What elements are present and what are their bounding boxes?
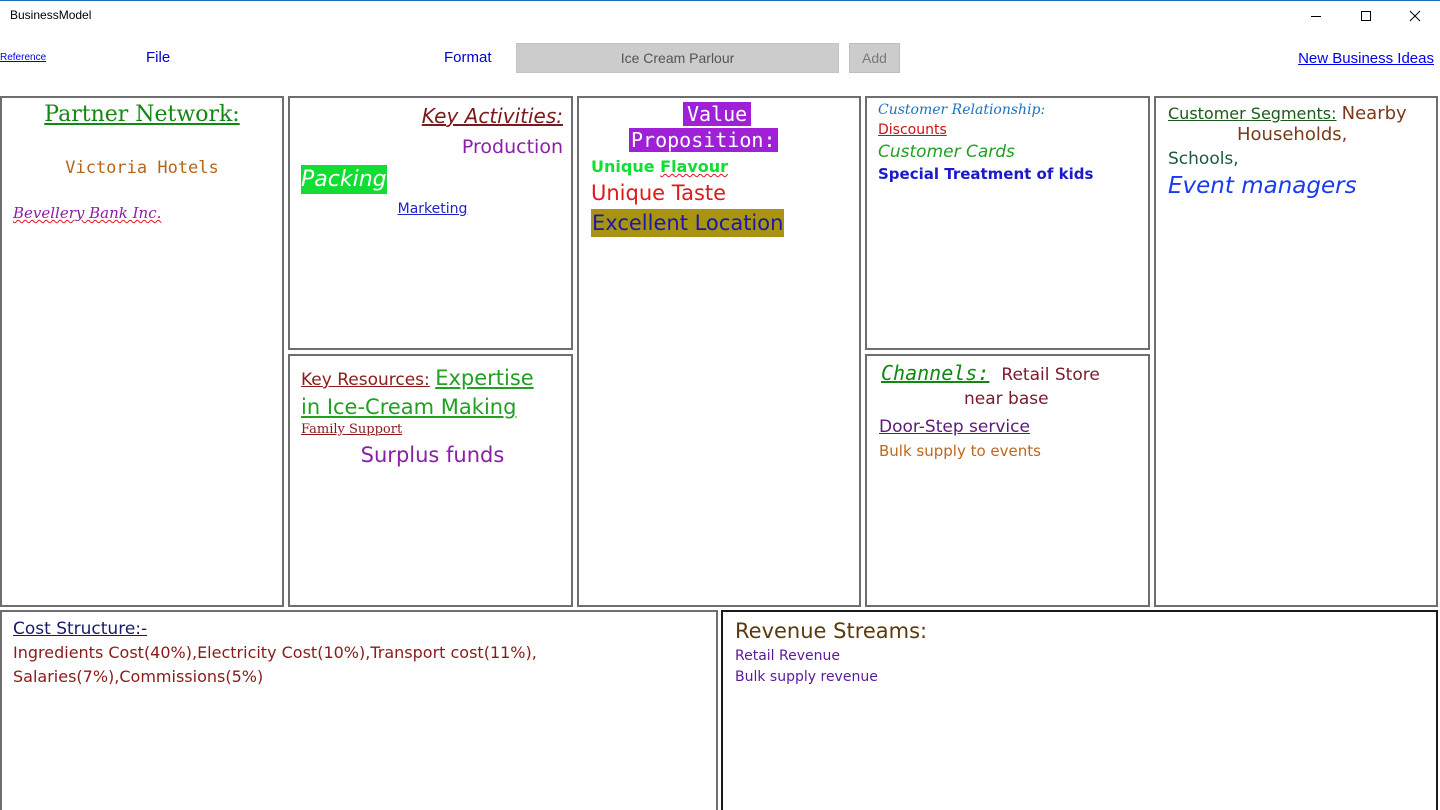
- activity-item: Production: [461, 136, 563, 158]
- activity-item-highlighted: Packing: [301, 165, 387, 194]
- value-text: Unique: [591, 157, 661, 176]
- partner-item: Bevellery Bank Inc.: [13, 204, 162, 222]
- close-icon: [1409, 10, 1421, 22]
- channels-heading: Channels:: [881, 361, 990, 385]
- customer-segments-box[interactable]: Customer Segments: Nearby Households, Sc…: [1154, 96, 1438, 607]
- key-activities-box[interactable]: Key Activities: Production Packing Marke…: [288, 96, 573, 350]
- add-button[interactable]: Add: [849, 43, 900, 73]
- partner-item: Victoria Hotels: [65, 158, 219, 178]
- partner-network-heading: Partner Network:: [44, 102, 240, 127]
- revenue-streams-box[interactable]: Revenue Streams: Retail Revenue Bulk sup…: [721, 610, 1438, 810]
- channel-text: near base: [964, 389, 1049, 409]
- close-button[interactable]: [1391, 0, 1439, 32]
- key-resources-box[interactable]: Key Resources: Expertise in Ice-Cream Ma…: [288, 354, 573, 607]
- cost-structure-box[interactable]: Cost Structure:- Ingredients Cost(40%),E…: [0, 610, 718, 810]
- value-item-highlighted: Excellent Location: [591, 209, 785, 237]
- resource-text: in Ice-Cream Making: [301, 395, 517, 419]
- value-text: Flavour: [660, 157, 729, 176]
- key-resources-heading: Key Resources:: [301, 370, 430, 390]
- window-title: BusinessModel: [10, 8, 92, 22]
- customer-relationship-heading: Customer Relationship:: [878, 102, 1046, 118]
- revenue-streams-heading: Revenue Streams:: [735, 619, 928, 643]
- model-name-field[interactable]: Ice Cream Parlour: [516, 43, 839, 73]
- resource-item: Family Support: [301, 422, 403, 437]
- value-proposition-heading: Value: [683, 102, 752, 126]
- cost-text: Salaries(7%),Commissions(5%): [13, 667, 264, 686]
- file-menu[interactable]: File: [146, 49, 170, 66]
- segment-item: Event managers: [1168, 173, 1357, 199]
- segment-item: Schools,: [1168, 149, 1239, 169]
- maximize-button[interactable]: [1342, 0, 1390, 32]
- customer-relationship-box[interactable]: Customer Relationship: Discounts Custome…: [865, 96, 1150, 350]
- revenue-item: Bulk supply revenue: [735, 669, 878, 685]
- maximize-icon: [1361, 11, 1371, 21]
- value-item: Unique Taste: [591, 181, 727, 205]
- customer-segments-heading: Customer Segments:: [1168, 104, 1337, 123]
- partner-network-box[interactable]: Partner Network: Victoria Hotels Bevelle…: [0, 96, 284, 607]
- channel-text: Retail Store: [1001, 365, 1100, 385]
- revenue-item: Retail Revenue: [735, 648, 840, 664]
- resource-item: Surplus funds: [360, 443, 505, 467]
- relationship-item: Customer Cards: [878, 142, 1015, 162]
- minimize-icon: [1311, 16, 1321, 17]
- reference-link[interactable]: Reference: [0, 52, 46, 63]
- activity-item: Marketing: [397, 201, 468, 217]
- segment-text: Households,: [1237, 124, 1348, 145]
- channel-item: Door-Step service: [879, 417, 1030, 437]
- cost-text: Ingredients Cost(40%),Electricity Cost(1…: [13, 643, 537, 662]
- cost-structure-heading: Cost Structure:-: [13, 619, 148, 639]
- value-proposition-heading: Proposition:: [629, 128, 778, 152]
- relationship-item: Discounts: [878, 122, 947, 138]
- key-activities-heading: Key Activities:: [421, 104, 563, 128]
- window-top-border: [0, 0, 1440, 1]
- value-proposition-box[interactable]: Value Proposition: Unique Flavour Unique…: [577, 96, 861, 607]
- resource-text: Expertise: [435, 366, 534, 390]
- relationship-item: Special Treatment of kids: [878, 165, 1094, 183]
- minimize-button[interactable]: [1292, 0, 1340, 32]
- channel-item: Bulk supply to events: [879, 442, 1041, 460]
- new-business-ideas-link[interactable]: New Business Ideas: [1298, 50, 1434, 67]
- segment-text: Nearby: [1341, 103, 1407, 124]
- format-menu[interactable]: Format: [444, 49, 492, 66]
- channels-box[interactable]: Channels: Retail Store near base Door-St…: [865, 354, 1150, 607]
